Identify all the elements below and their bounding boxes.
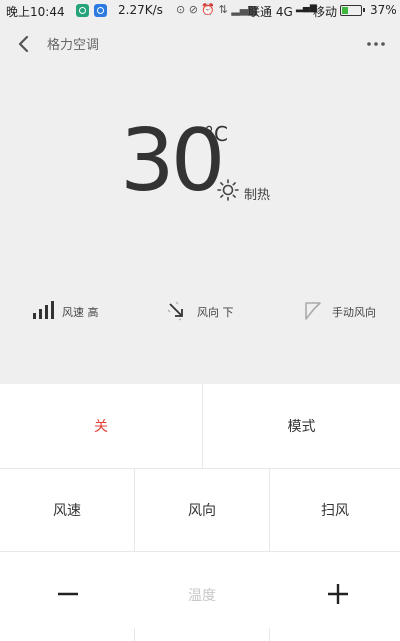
divider bbox=[134, 469, 135, 551]
divider bbox=[269, 469, 270, 551]
divider bbox=[202, 384, 203, 468]
temperature-unit: °C bbox=[204, 122, 228, 146]
mode-label: 制热 bbox=[244, 188, 271, 203]
fan-speed-button[interactable]: 风速 bbox=[0, 469, 134, 551]
fan-direction-status-label: 风向 下 bbox=[197, 306, 234, 319]
mode-button[interactable]: 模式 bbox=[203, 384, 400, 468]
arrow-down-right-icon bbox=[167, 301, 183, 321]
more-dots-icon bbox=[367, 42, 385, 46]
swing-button[interactable]: 扫风 bbox=[270, 469, 400, 551]
signal-bars-icon bbox=[33, 301, 54, 319]
temperature-decrease-button[interactable] bbox=[48, 574, 88, 614]
status-carrier1: 联通 4G bbox=[248, 5, 293, 19]
notification-app-icon bbox=[94, 4, 107, 17]
status-icons: ⊙ ⊘ ⏰ ⇅ ▂▄▆ bbox=[176, 3, 257, 16]
back-button[interactable] bbox=[10, 30, 38, 58]
manual-direction-icon bbox=[305, 302, 321, 320]
direction-button[interactable]: 风向 bbox=[135, 469, 269, 551]
status-net-speed: 2.27K/s bbox=[118, 3, 163, 17]
sun-icon bbox=[216, 178, 240, 202]
status-time: 晚上10:44 bbox=[6, 5, 65, 19]
battery-icon bbox=[340, 5, 365, 16]
fan-direction-status: 风向 下 bbox=[166, 298, 246, 324]
status-carrier2: 移动 bbox=[313, 5, 338, 19]
more-button[interactable] bbox=[360, 32, 392, 56]
notification-app-icon bbox=[76, 4, 89, 17]
divider bbox=[0, 551, 400, 552]
manual-direction-status: 手动风向 bbox=[302, 298, 392, 324]
nav-bar: 格力空调 bbox=[0, 22, 400, 64]
divider bbox=[134, 628, 135, 641]
manual-direction-label: 手动风向 bbox=[332, 306, 376, 319]
divider bbox=[269, 628, 270, 641]
status-bar: 晚上10:44 2.27K/s ⊙ ⊘ ⏰ ⇅ ▂▄▆ 联通 4G ▂▄▆ 移动… bbox=[0, 0, 400, 22]
chevron-left-icon bbox=[18, 35, 29, 53]
power-off-button[interactable]: 关 bbox=[0, 384, 202, 468]
fan-speed-status-label: 风速 高 bbox=[62, 306, 99, 319]
temperature-label: 温度 bbox=[188, 588, 216, 604]
minus-icon bbox=[58, 592, 78, 596]
fan-speed-status: 风速 高 bbox=[32, 298, 112, 324]
status-battery: 37% bbox=[370, 3, 397, 17]
page-title: 格力空调 bbox=[47, 38, 100, 53]
temperature-increase-button[interactable] bbox=[318, 574, 358, 614]
plus-icon bbox=[328, 584, 348, 604]
